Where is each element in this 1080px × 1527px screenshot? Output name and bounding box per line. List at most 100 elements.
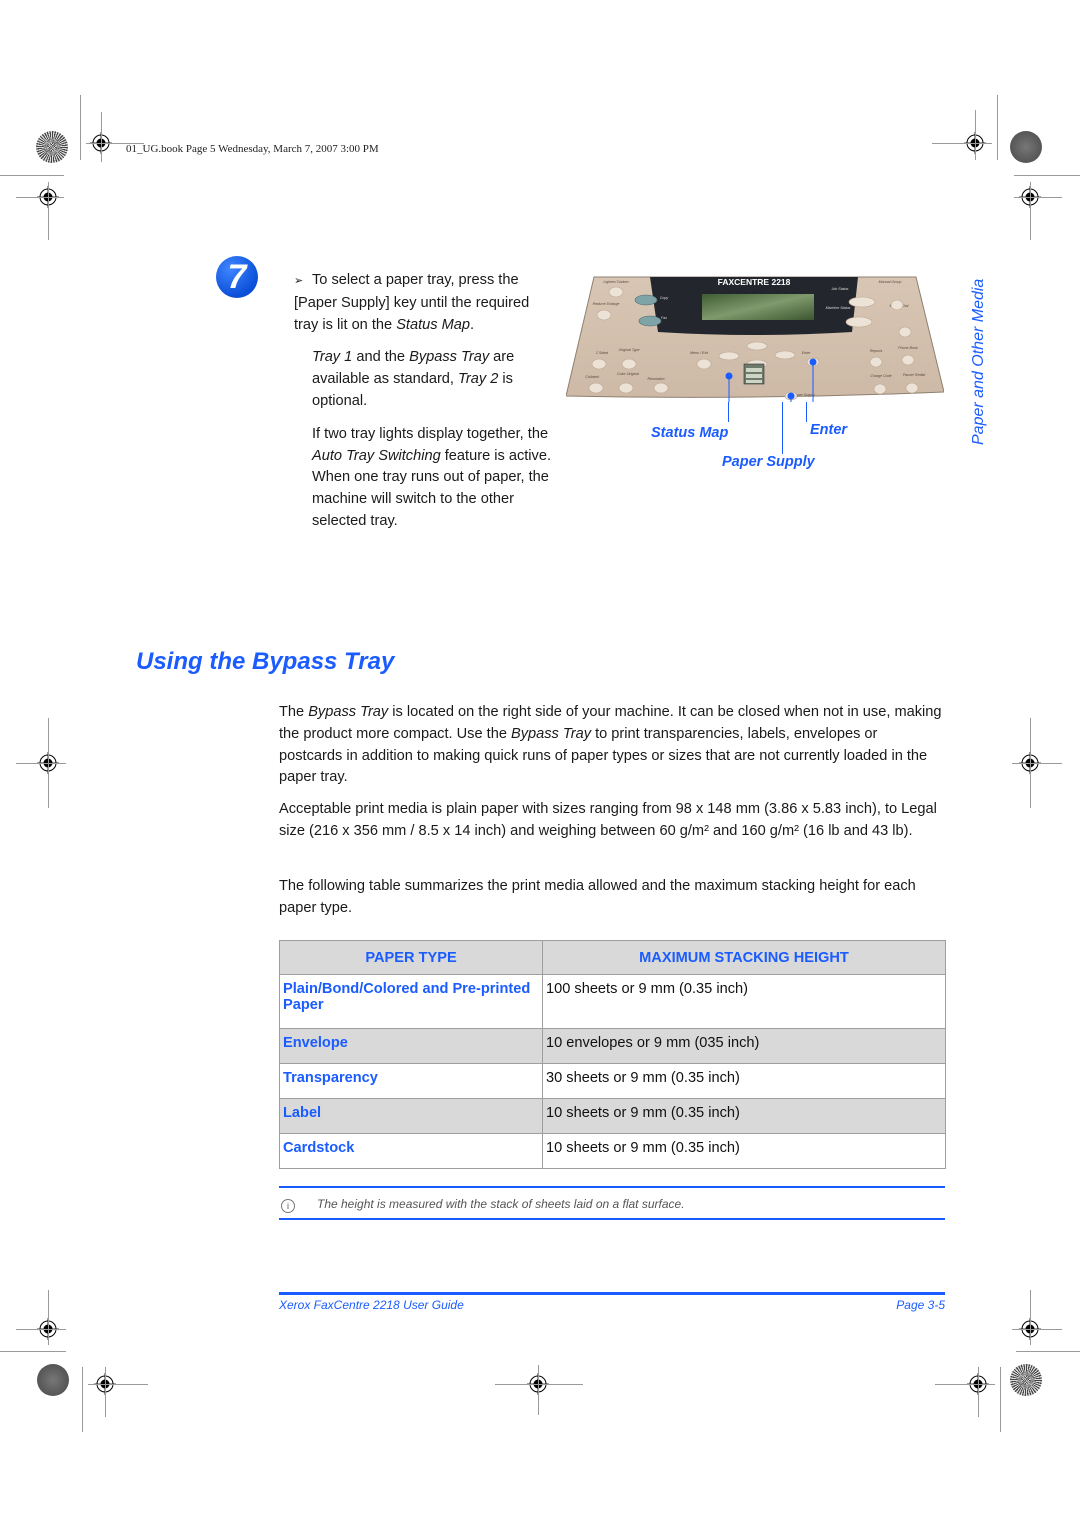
crop-line xyxy=(978,1367,979,1417)
step-paragraph-3: If two tray lights display together, the… xyxy=(312,425,552,529)
left-arrow-button xyxy=(718,351,740,361)
manual-dial-button xyxy=(898,326,912,338)
paper-type-cell: Plain/Bond/Colored and Pre-printed Paper xyxy=(279,974,543,1029)
stacking-height-cell: 100 sheets or 9 mm (0.35 inch) xyxy=(542,974,946,1029)
crop-line xyxy=(1014,197,1062,198)
print-slug: 01_UG.book Page 5 Wednesday, March 7, 20… xyxy=(126,143,379,155)
svg-text:Pause/ Redial: Pause/ Redial xyxy=(903,373,926,377)
step-paragraph-2: Tray 1 and the Bypass Tray are available… xyxy=(312,349,515,409)
crop-line xyxy=(935,1384,995,1385)
two-sided-button xyxy=(591,358,607,370)
stacking-height-cell: 30 sheets or 9 mm (0.35 inch) xyxy=(542,1063,946,1099)
crop-line xyxy=(101,112,102,162)
fax-button xyxy=(638,315,662,327)
machine-status-button xyxy=(845,316,873,328)
star-target-icon xyxy=(1010,1364,1042,1396)
crop-line xyxy=(0,1351,66,1352)
column-header-paper-type: PAPER TYPE xyxy=(279,940,543,975)
svg-text:Original Type: Original Type xyxy=(618,348,639,352)
step-instructions: ➢ To select a paper tray, press the [Pape… xyxy=(294,270,556,544)
table-row: Plain/Bond/Colored and Pre-printed Paper… xyxy=(279,974,946,1029)
note-top-rule xyxy=(279,1186,945,1188)
column-header-max-stacking-height: MAXIMUM STACKING HEIGHT xyxy=(542,940,946,975)
stacking-height-cell: 10 sheets or 9 mm (0.35 inch) xyxy=(542,1098,946,1134)
callout-paper-supply: Paper Supply xyxy=(722,454,815,470)
svg-text:Collated: Collated xyxy=(585,375,599,379)
crop-line xyxy=(1012,1329,1062,1330)
crop-line xyxy=(932,143,992,144)
crop-line xyxy=(1030,182,1031,240)
svg-text:Fax: Fax xyxy=(661,316,667,320)
body-paragraph-2: Acceptable print media is plain paper wi… xyxy=(279,801,937,839)
menu-exit-button xyxy=(696,358,712,370)
resolution-button xyxy=(653,382,669,394)
crop-line xyxy=(1014,175,1080,176)
table-row: Label 10 sheets or 9 mm (0.35 inch) xyxy=(279,1098,946,1134)
table-header-row: PAPER TYPE MAXIMUM STACKING HEIGHT xyxy=(279,940,946,975)
svg-text:Reports: Reports xyxy=(870,349,883,353)
star-target-icon xyxy=(36,131,68,163)
table-row: Transparency 30 sheets or 9 mm (0.35 inc… xyxy=(279,1063,946,1099)
paper-type-cell: Cardstock xyxy=(279,1133,543,1169)
right-arrow-button xyxy=(774,350,796,360)
crop-line xyxy=(48,718,49,808)
crop-line xyxy=(105,1367,106,1417)
section-title: Using the Bypass Tray xyxy=(136,648,395,675)
lighten-darken-button xyxy=(608,286,624,298)
crop-line xyxy=(16,763,66,764)
phone-book-button xyxy=(901,354,915,366)
crop-line xyxy=(1030,718,1031,808)
chapter-side-tab: Paper and Other Media xyxy=(950,245,990,455)
stacking-height-cell: 10 envelopes or 9 mm (035 inch) xyxy=(542,1028,946,1064)
status-map-icon xyxy=(743,363,765,385)
step-number-badge: 7 xyxy=(216,256,258,298)
table-row: Cardstock 10 sheets or 9 mm (0.35 inch) xyxy=(279,1133,946,1169)
crop-line xyxy=(975,110,976,160)
stacking-height-cell: 10 sheets or 9 mm (0.35 inch) xyxy=(542,1133,946,1169)
crop-line xyxy=(16,197,64,198)
crop-line xyxy=(1030,1290,1031,1345)
note: i The height is measured with the stack o… xyxy=(281,1197,941,1213)
crop-line xyxy=(88,1384,148,1385)
svg-text:2 Sided: 2 Sided xyxy=(595,351,609,355)
svg-text:Job Status: Job Status xyxy=(831,287,849,291)
body-paragraph-1: The Bypass Tray is located on the right … xyxy=(279,704,942,786)
crop-line xyxy=(495,1384,583,1385)
media-stacking-table: PAPER TYPE MAXIMUM STACKING HEIGHT Plain… xyxy=(279,940,946,1169)
body-paragraph-3: The following table summarizes the print… xyxy=(279,878,916,916)
color-original-button xyxy=(618,382,634,394)
crop-line xyxy=(1012,763,1062,764)
arrow-bullet-icon: ➢ xyxy=(294,275,304,287)
crop-line xyxy=(0,175,64,176)
pause-redial-button xyxy=(905,382,919,394)
dark-target-icon xyxy=(37,1364,69,1396)
reduce-enlarge-button xyxy=(596,309,612,321)
paper-type-cell: Envelope xyxy=(279,1028,543,1064)
paper-type-cell: Label xyxy=(279,1098,543,1134)
manual-group-button xyxy=(890,299,904,311)
reports-button xyxy=(869,356,883,368)
svg-text:Resolution: Resolution xyxy=(648,377,665,381)
status-map-leader xyxy=(728,402,729,422)
copy-button xyxy=(634,294,658,306)
original-type-button xyxy=(621,358,637,370)
footer-page-number: Page 3-5 xyxy=(896,1298,945,1312)
svg-text:Copy: Copy xyxy=(660,296,669,300)
crop-line xyxy=(82,1367,83,1432)
dark-target-icon xyxy=(1010,131,1042,163)
lcd-screen xyxy=(702,294,814,320)
crop-line xyxy=(1000,1367,1001,1432)
svg-text:Enter: Enter xyxy=(802,351,811,355)
job-status-button xyxy=(848,296,876,308)
svg-text:Charge Code: Charge Code xyxy=(870,374,891,378)
note-bottom-rule xyxy=(279,1218,945,1220)
svg-text:Lighten/ Darken: Lighten/ Darken xyxy=(603,280,628,284)
callout-enter: Enter xyxy=(810,422,848,438)
svg-text:Color Original: Color Original xyxy=(617,372,639,376)
paper-type-cell: Transparency xyxy=(279,1063,543,1099)
crop-line xyxy=(80,95,81,160)
footer-rule xyxy=(279,1292,945,1295)
crop-line xyxy=(538,1365,539,1415)
crop-line xyxy=(48,182,49,240)
svg-text:Phone Book: Phone Book xyxy=(898,346,918,350)
